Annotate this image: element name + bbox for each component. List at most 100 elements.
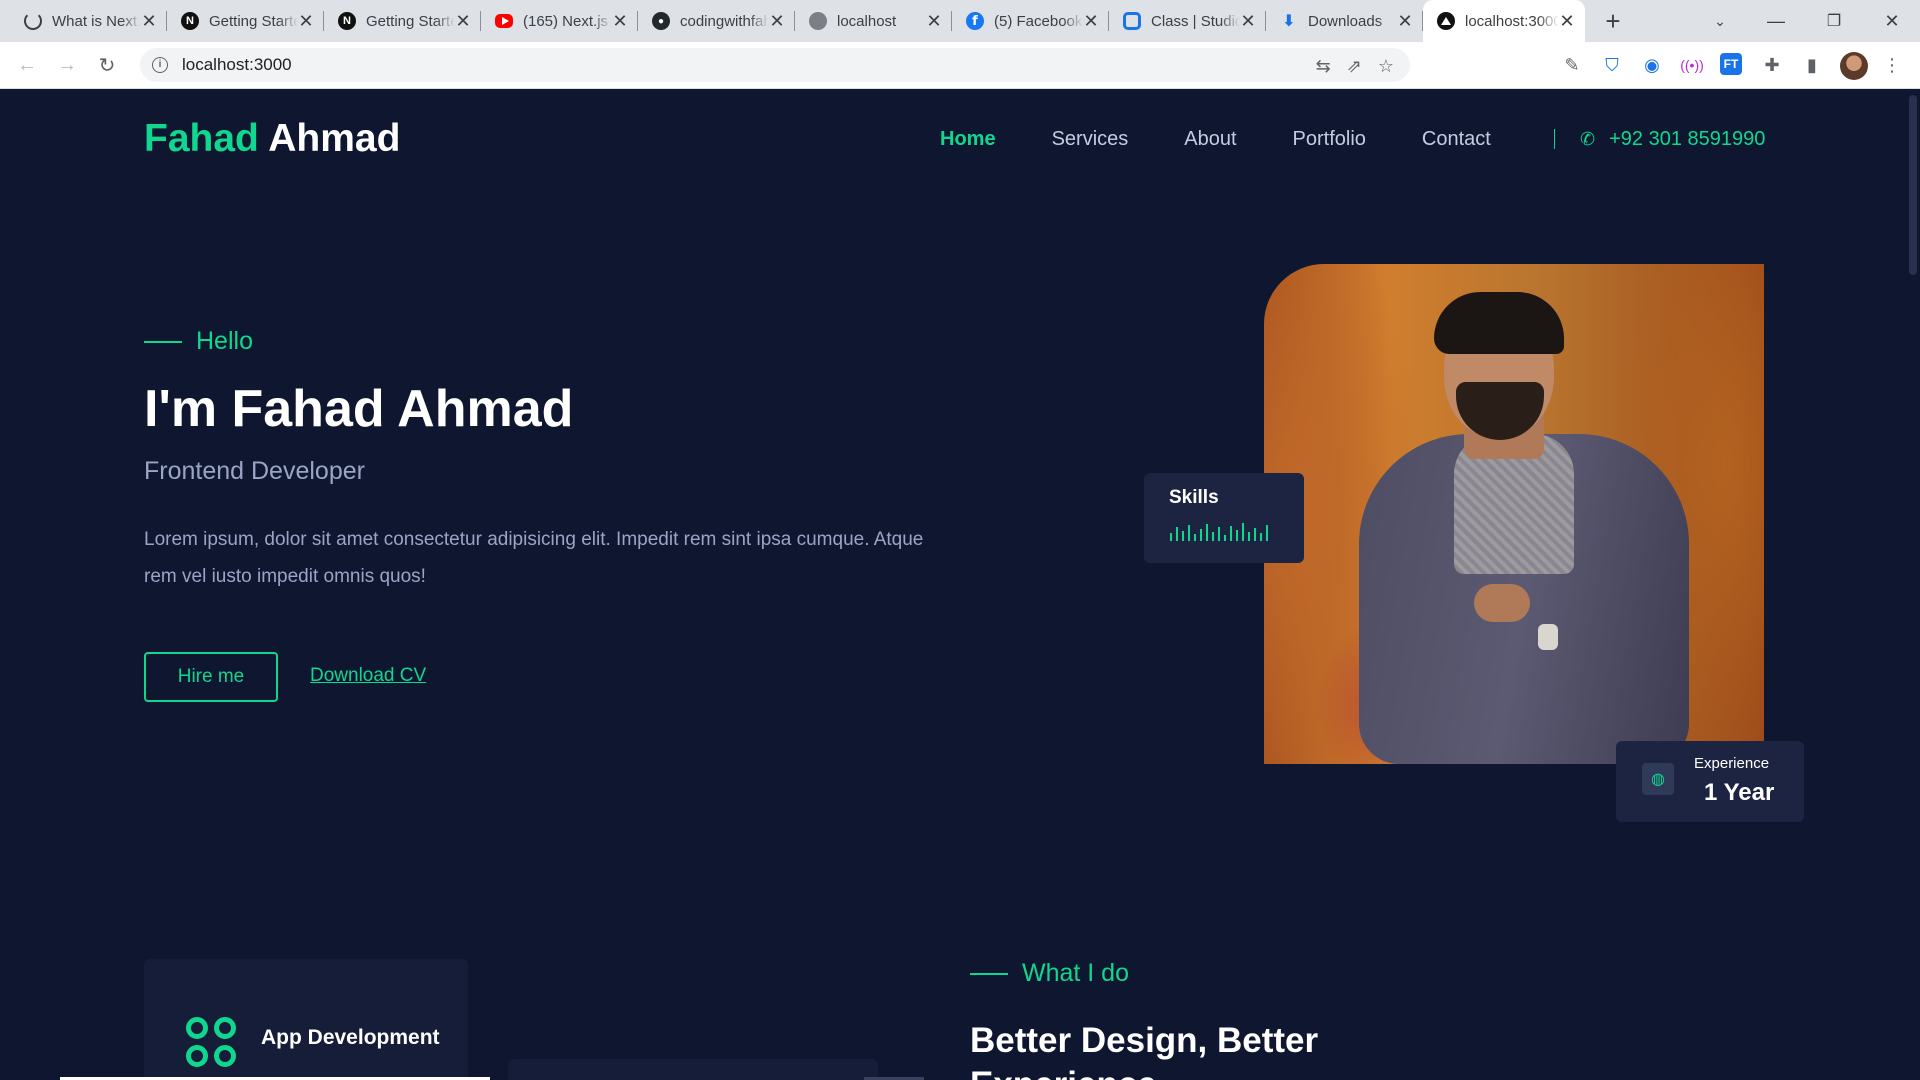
close-icon[interactable]: ✕ — [298, 12, 314, 30]
accent-line — [144, 340, 182, 343]
greeting-text: Hello — [196, 327, 253, 355]
extensions-puzzle-icon[interactable]: ✚ — [1760, 53, 1784, 77]
close-icon[interactable]: ✕ — [1559, 12, 1575, 30]
close-icon[interactable]: ✕ — [1083, 12, 1099, 30]
reload-icon[interactable]: ↻ — [92, 50, 122, 80]
phone-link[interactable]: ✆ +92 301 8591990 — [1580, 128, 1765, 151]
browser-tab[interactable]: Class | Studio ✕ — [1109, 0, 1266, 42]
close-icon[interactable]: ✕ — [612, 12, 628, 30]
github-icon: ● — [652, 12, 670, 30]
tab-title: localhost:3000 — [1465, 12, 1559, 30]
browser-tab[interactable]: N Getting Started ✕ — [324, 0, 481, 42]
main-nav: Home Services About Portfolio Contact — [940, 128, 1547, 151]
url-text[interactable]: localhost:3000 — [182, 55, 292, 75]
logo-first-name: Fahad — [144, 117, 259, 160]
site-info-icon[interactable]: i — [152, 57, 168, 73]
service-card[interactable] — [508, 1059, 878, 1080]
browser-tab[interactable]: ● codingwithfahad ✕ — [638, 0, 795, 42]
download-cv-link[interactable]: Download CV — [310, 665, 426, 687]
experience-value: 1 Year — [1704, 779, 1775, 806]
close-icon[interactable]: ✕ — [141, 12, 157, 30]
translate-icon[interactable]: ⇆ — [1316, 56, 1331, 77]
site-logo[interactable]: Fahad Ahmad — [144, 117, 400, 161]
tab-title: Downloads — [1308, 12, 1383, 30]
restore-icon[interactable]: ❐ — [1810, 0, 1858, 42]
section-tag-text: What I do — [1022, 959, 1129, 987]
skills-bars-icon — [1170, 523, 1268, 541]
hero-greeting: Hello — [144, 327, 253, 356]
tab-title: localhost — [837, 12, 897, 30]
new-tab-button[interactable]: + — [1598, 6, 1628, 36]
nav-home[interactable]: Home — [940, 128, 996, 151]
lightbulb-icon: ◍ — [1642, 763, 1674, 795]
youtube-icon — [495, 14, 513, 28]
nav-services[interactable]: Services — [1052, 128, 1129, 151]
browser-tab[interactable]: (165) Next.js ✕ — [481, 0, 638, 42]
browser-tab[interactable]: localhost ✕ — [795, 0, 952, 42]
eyedropper-extension-icon[interactable]: ✎ — [1560, 53, 1584, 77]
close-window-icon[interactable]: ✕ — [1868, 0, 1916, 42]
accent-line — [970, 972, 1008, 975]
profile-photo — [1264, 264, 1764, 764]
tab-title: codingwithfahad — [680, 12, 769, 30]
nextjs-icon: N — [338, 12, 356, 30]
phone-number: +92 301 8591990 — [1609, 128, 1766, 150]
address-bar[interactable]: i localhost:3000 ⇆ ⇗ ☆ — [140, 48, 1410, 82]
scrollbar-thumb[interactable] — [1909, 95, 1917, 275]
close-icon[interactable]: ✕ — [769, 12, 785, 30]
close-icon[interactable]: ✕ — [926, 12, 942, 30]
experience-card: ◍ Experience 1 Year — [1616, 741, 1804, 822]
close-icon[interactable]: ✕ — [455, 12, 471, 30]
side-panel-icon[interactable]: ▮ — [1800, 53, 1824, 77]
forward-icon[interactable]: → — [52, 50, 82, 80]
hero-title: I'm Fahad Ahmad — [144, 380, 574, 438]
tab-title: Getting Started — [366, 12, 455, 30]
classroom-icon — [1123, 12, 1141, 30]
section-title: Better Design, Better Experience — [970, 1021, 1319, 1080]
hire-me-button[interactable]: Hire me — [144, 652, 278, 702]
minimize-icon[interactable]: — — [1752, 0, 1800, 42]
tab-title: (5) Facebook — [994, 12, 1083, 30]
browser-toolbar: ← → ↻ i localhost:3000 ⇆ ⇗ ☆ ✎ ⛉ ◉ ((•))… — [0, 42, 1920, 89]
vertical-scrollbar[interactable] — [1906, 89, 1920, 1080]
service-card-title: App Development — [261, 1026, 440, 1049]
section-tag: What I do — [970, 959, 1129, 988]
phone-icon: ✆ — [1580, 129, 1596, 149]
profile-avatar[interactable] — [1840, 52, 1868, 80]
nav-portfolio[interactable]: Portfolio — [1293, 128, 1366, 151]
browser-tab[interactable]: N Getting Started ✕ — [167, 0, 324, 42]
vercel-icon — [1437, 12, 1455, 30]
globe-icon — [809, 12, 827, 30]
browser-tab[interactable]: ⬇ Downloads ✕ — [1266, 0, 1423, 42]
screen-recorder-extension-icon[interactable]: ◉ — [1640, 53, 1664, 77]
tab-title: (165) Next.js — [523, 12, 609, 30]
browser-tab-active[interactable]: localhost:3000 ✕ — [1423, 0, 1585, 42]
nav-contact[interactable]: Contact — [1422, 128, 1491, 151]
page-viewport: Fahad Ahmad Home Services About Portfoli… — [0, 89, 1920, 1080]
experience-label: Experience — [1694, 755, 1770, 772]
app-development-icon — [186, 1017, 236, 1067]
skills-label: Skills — [1169, 487, 1219, 508]
download-icon: ⬇ — [1282, 13, 1296, 30]
hero-role: Frontend Developer — [144, 457, 365, 485]
bookmark-star-icon[interactable]: ☆ — [1378, 56, 1394, 77]
close-icon[interactable]: ✕ — [1397, 12, 1413, 30]
browser-tab-strip: What is Next.js ✕ N Getting Started ✕ N … — [0, 0, 1920, 42]
ft-extension-icon[interactable]: FT — [1720, 53, 1742, 75]
back-icon[interactable]: ← — [12, 50, 42, 80]
browser-tab[interactable]: f (5) Facebook ✕ — [952, 0, 1109, 42]
tab-title: Class | Studio — [1151, 12, 1240, 30]
browser-tab[interactable]: What is Next.js ✕ — [10, 0, 167, 42]
service-card[interactable]: App Development — [144, 959, 468, 1080]
nav-divider — [1554, 129, 1555, 149]
facebook-icon: f — [966, 12, 984, 30]
tab-search-icon[interactable]: ⌄ — [1696, 0, 1744, 42]
broadcast-extension-icon[interactable]: ((•)) — [1680, 53, 1704, 77]
close-icon[interactable]: ✕ — [1240, 12, 1256, 30]
nav-about[interactable]: About — [1184, 128, 1236, 151]
browser-menu-icon[interactable]: ⋮ — [1880, 53, 1904, 77]
hero-description: Lorem ipsum, dolor sit amet consectetur … — [144, 529, 924, 587]
shield-extension-icon[interactable]: ⛉ — [1600, 53, 1624, 77]
share-icon[interactable]: ⇗ — [1347, 56, 1362, 77]
skills-card: Skills — [1144, 473, 1304, 563]
